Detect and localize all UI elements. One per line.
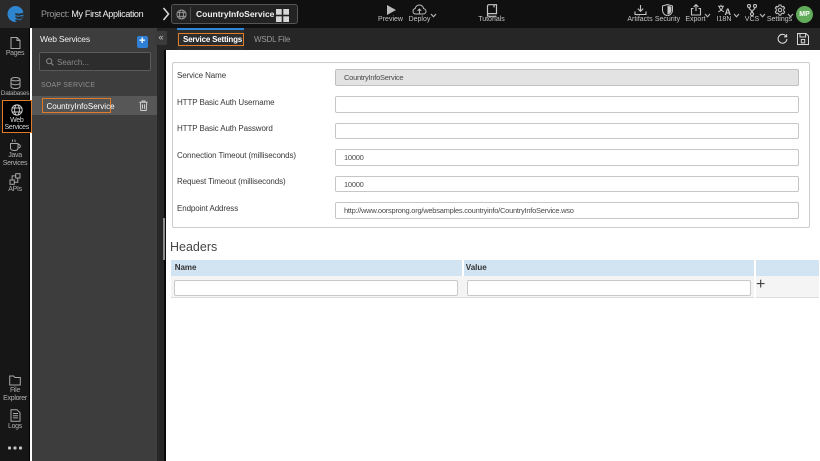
svg-text:A: A bbox=[725, 7, 732, 16]
